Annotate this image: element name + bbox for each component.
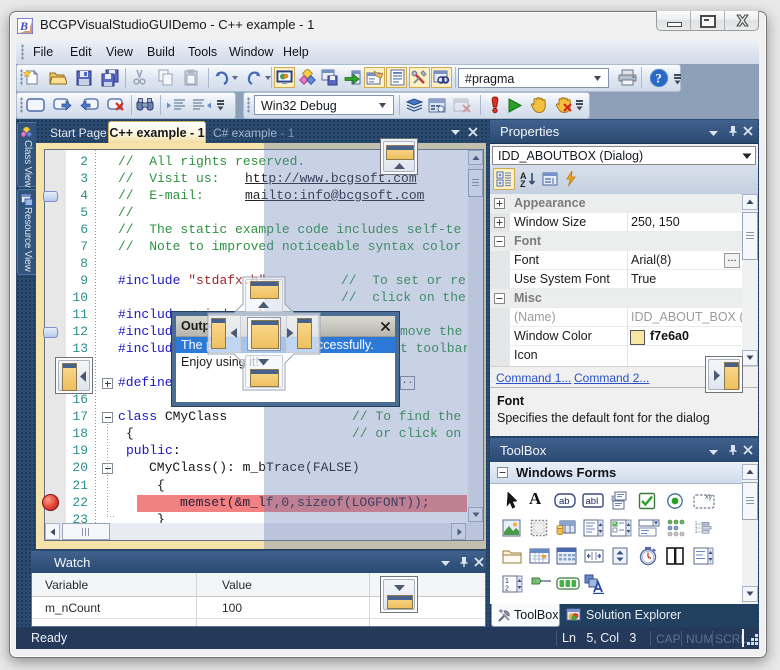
svg-text:B: B xyxy=(19,19,28,33)
svg-text:1: 1 xyxy=(505,578,509,585)
svg-text:Z: Z xyxy=(520,179,526,188)
svg-text:ab: ab xyxy=(559,496,570,507)
svg-text:?: ? xyxy=(655,71,662,86)
svg-text:2: 2 xyxy=(505,586,509,593)
svg-text:abl: abl xyxy=(586,496,599,507)
svg-text:xy: xy xyxy=(705,494,713,501)
